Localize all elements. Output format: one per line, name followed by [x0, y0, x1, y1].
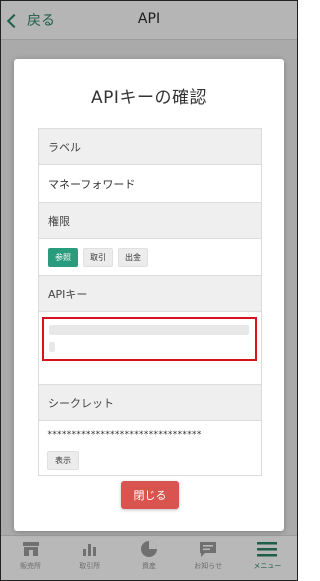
tab-label: 販売所 — [20, 562, 42, 570]
tab-label: 資産 — [142, 562, 156, 570]
redacted-key-line — [49, 342, 55, 352]
app-frame: 戻る API 販売所 取引所 資産 お知らせ メニュー APIキーの確認 ラベル… — [0, 0, 298, 581]
secret-masked-value: ******************************** — [47, 430, 202, 440]
permission-chip-view: 参照 — [48, 247, 78, 267]
page-title: API — [137, 11, 161, 27]
tab-store[interactable]: 販売所 — [1, 536, 60, 580]
top-navigation-bar: 戻る API — [1, 1, 297, 40]
redacted-key-line — [49, 325, 249, 335]
store-icon — [22, 540, 40, 558]
permission-chips: 参照 取引 出金 — [39, 239, 261, 276]
secret-header: シークレット — [39, 385, 261, 421]
apikey-header: APIキー — [39, 276, 261, 312]
apikey-value-row — [39, 312, 261, 385]
apikey-value-box[interactable] — [42, 317, 257, 361]
tab-label: メニュー — [253, 562, 282, 570]
modal-title: APIキーの確認 — [91, 88, 207, 108]
tab-notifications[interactable]: お知らせ — [179, 536, 238, 580]
show-secret-button[interactable]: 表示 — [47, 451, 79, 470]
bottom-tab-bar: 販売所 取引所 資産 お知らせ メニュー — [1, 535, 297, 580]
permission-chip-trade: 取引 — [83, 247, 113, 267]
label-value: マネーフォワード — [39, 165, 261, 203]
tab-label: 取引所 — [79, 562, 101, 570]
permission-chip-withdraw: 出金 — [118, 247, 148, 267]
tab-label: お知らせ — [194, 562, 223, 570]
tab-assets[interactable]: 資産 — [119, 536, 178, 580]
message-icon — [199, 540, 217, 558]
secret-value-row: ******************************** 表示 — [39, 421, 261, 475]
api-key-details-table: ラベル マネーフォワード 権限 参照 取引 出金 APIキー シークレット **… — [38, 128, 262, 476]
permission-header: 権限 — [39, 203, 261, 239]
close-button[interactable]: 閉じる — [121, 481, 179, 509]
pie-chart-icon — [140, 540, 158, 558]
api-key-modal: APIキーの確認 ラベル マネーフォワード 権限 参照 取引 出金 APIキー … — [14, 59, 284, 531]
label-header: ラベル — [39, 129, 261, 165]
bar-chart-icon — [82, 540, 98, 558]
tab-menu[interactable]: メニュー — [238, 536, 297, 580]
menu-icon — [257, 540, 278, 558]
tab-exchange[interactable]: 取引所 — [60, 536, 119, 580]
